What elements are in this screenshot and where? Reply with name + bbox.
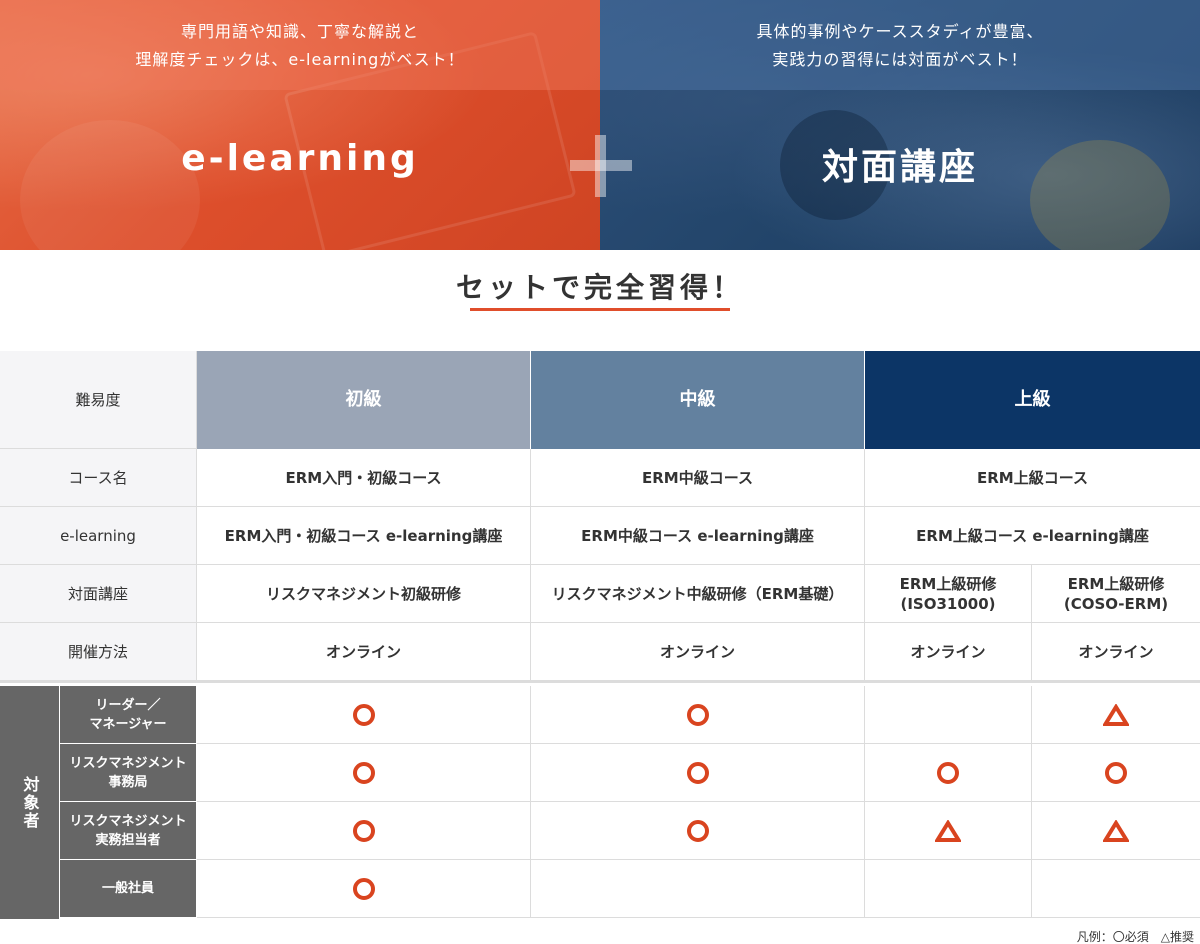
target-mark-cell — [865, 744, 1032, 802]
table-row: リスクマネジメント 事務局 — [0, 744, 1200, 802]
row-label-elearning: e-learning — [0, 507, 197, 565]
row-label-course-name: コース名 — [0, 449, 197, 507]
elearning-intermediate: ERM中級コース e-learning講座 — [531, 507, 865, 565]
required-circle-icon — [1105, 761, 1127, 784]
classroom-advanced-coso-line1: ERM上級研修 — [1067, 574, 1165, 593]
table-row: e-learning ERM入門・初級コース e-learning講座 ERM中… — [0, 507, 1200, 565]
row-label-method: 開催方法 — [0, 623, 197, 683]
table-row: リスクマネジメント 実務担当者 — [0, 802, 1200, 860]
target-mark-cell — [197, 686, 531, 744]
required-circle-icon — [937, 761, 959, 784]
course-name-intermediate: ERM中級コース — [531, 449, 865, 507]
hero-left-caption-line1: 専門用語や知識、丁寧な解説と — [180, 22, 419, 41]
target-group-label-line1: リスクマネジメント — [69, 813, 187, 829]
legend: 凡例：〇必須 △推奨 — [1076, 930, 1194, 944]
classroom-intermediate: リスクマネジメント中級研修（ERM基礎） — [531, 565, 865, 623]
classroom-beginner: リスクマネジメント初級研修 — [197, 565, 531, 623]
required-circle-icon — [352, 761, 375, 784]
classroom-advanced-iso: ERM上級研修 (ISO31000) — [865, 565, 1032, 623]
hero-right-caption-line1: 具体的事例やケーススタディが豊富、 — [756, 22, 1044, 41]
section-title-underline — [470, 308, 730, 311]
target-mark-cell — [865, 686, 1032, 744]
table-row: リーダー／ マネージャー — [0, 686, 1200, 744]
classroom-advanced-iso-line2: (ISO31000) — [900, 594, 996, 613]
target-mark-cell — [865, 860, 1032, 918]
required-circle-icon — [352, 819, 375, 842]
target-group-label-line2: 実務担当者 — [95, 832, 161, 848]
method-intermediate: オンライン — [531, 623, 865, 683]
row-label-classroom: 対面講座 — [0, 565, 197, 623]
method-beginner: オンライン — [197, 623, 531, 683]
classroom-advanced-coso-line2: (COSO-ERM) — [1063, 594, 1169, 613]
section-title: セットで完全習得！ — [455, 271, 744, 304]
target-mark-cell — [531, 744, 865, 802]
classroom-advanced-coso: ERM上級研修 (COSO-ERM) — [1032, 565, 1200, 623]
target-group-label-line1: リスクマネジメント — [69, 755, 187, 771]
course-name-advanced: ERM上級コース — [865, 449, 1200, 507]
target-mark-cell — [1032, 860, 1200, 918]
table-row: 一般社員 — [0, 860, 1200, 918]
target-mark-cell — [1032, 802, 1200, 860]
recommended-triangle-icon — [935, 819, 961, 842]
table-row: コース名 ERM入門・初級コース ERM中級コース ERM上級コース — [0, 449, 1200, 507]
target-group-label-line2: マネージャー — [89, 716, 167, 732]
hero-left-caption: 専門用語や知識、丁寧な解説と 理解度チェックは、e-learningがベスト！ — [0, 18, 600, 74]
required-circle-icon — [352, 703, 375, 726]
table-row: 対面講座 リスクマネジメント初級研修 リスクマネジメント中級研修（ERM基礎） … — [0, 565, 1200, 623]
hero-elearning-panel: 専門用語や知識、丁寧な解説と 理解度チェックは、e-learningがベスト！ … — [0, 0, 600, 250]
table-header-row: 難易度 初級 中級 上級 — [0, 351, 1200, 449]
target-mark-cell — [865, 802, 1032, 860]
target-group-label-line1: リーダー／ — [95, 697, 161, 713]
hero-classroom-panel: 具体的事例やケーススタディが豊富、 実践力の習得には対面がベスト！ 対面講座 — [600, 0, 1200, 250]
target-group-label: リスクマネジメント 事務局 — [60, 744, 197, 802]
header-intermediate: 中級 — [531, 351, 865, 449]
hero-left-caption-line2: 理解度チェックは、e-learningがベスト！ — [135, 50, 465, 69]
target-mark-cell — [1032, 686, 1200, 744]
course-name-beginner: ERM入門・初級コース — [197, 449, 531, 507]
required-circle-icon — [686, 761, 709, 784]
header-advanced: 上級 — [865, 351, 1200, 449]
hero-right-caption-line2: 実践力の習得には対面がベスト！ — [772, 50, 1028, 69]
target-group-label: リーダー／ マネージャー — [60, 686, 197, 744]
required-circle-icon — [352, 877, 375, 900]
method-advanced-iso: オンライン — [865, 623, 1032, 683]
target-group-label: リスクマネジメント 実務担当者 — [60, 802, 197, 860]
recommended-triangle-icon — [1103, 703, 1129, 726]
target-mark-cell — [197, 860, 531, 918]
elearning-beginner: ERM入門・初級コース e-learning講座 — [197, 507, 531, 565]
method-advanced-coso: オンライン — [1032, 623, 1200, 683]
table-row: 開催方法 オンライン オンライン オンライン オンライン — [0, 623, 1200, 683]
header-difficulty-label: 難易度 — [0, 351, 197, 449]
hero-right-title: 対面講座 — [821, 147, 978, 188]
hero-banner: 専門用語や知識、丁寧な解説と 理解度チェックは、e-learningがベスト！ … — [0, 0, 1200, 250]
classroom-advanced-iso-line1: ERM上級研修 — [899, 574, 997, 593]
target-group-label-line2: 事務局 — [108, 774, 148, 790]
target-mark-cell — [531, 860, 865, 918]
required-circle-icon — [686, 819, 709, 842]
target-mark-cell — [531, 686, 865, 744]
target-group-label: 一般社員 — [60, 860, 197, 918]
plus-icon — [570, 135, 632, 197]
target-mark-cell — [1032, 744, 1200, 802]
header-beginner: 初級 — [197, 351, 531, 449]
target-mark-cell — [531, 802, 865, 860]
recommended-triangle-icon — [1103, 819, 1129, 842]
target-mark-cell — [197, 744, 531, 802]
target-mark-cell — [197, 802, 531, 860]
hero-left-title: e-learning — [181, 138, 419, 179]
hero-right-caption: 具体的事例やケーススタディが豊富、 実践力の習得には対面がベスト！ — [600, 18, 1200, 74]
required-circle-icon — [686, 703, 709, 726]
elearning-advanced: ERM上級コース e-learning講座 — [865, 507, 1200, 565]
target-group-label-line1: 一般社員 — [101, 881, 154, 896]
